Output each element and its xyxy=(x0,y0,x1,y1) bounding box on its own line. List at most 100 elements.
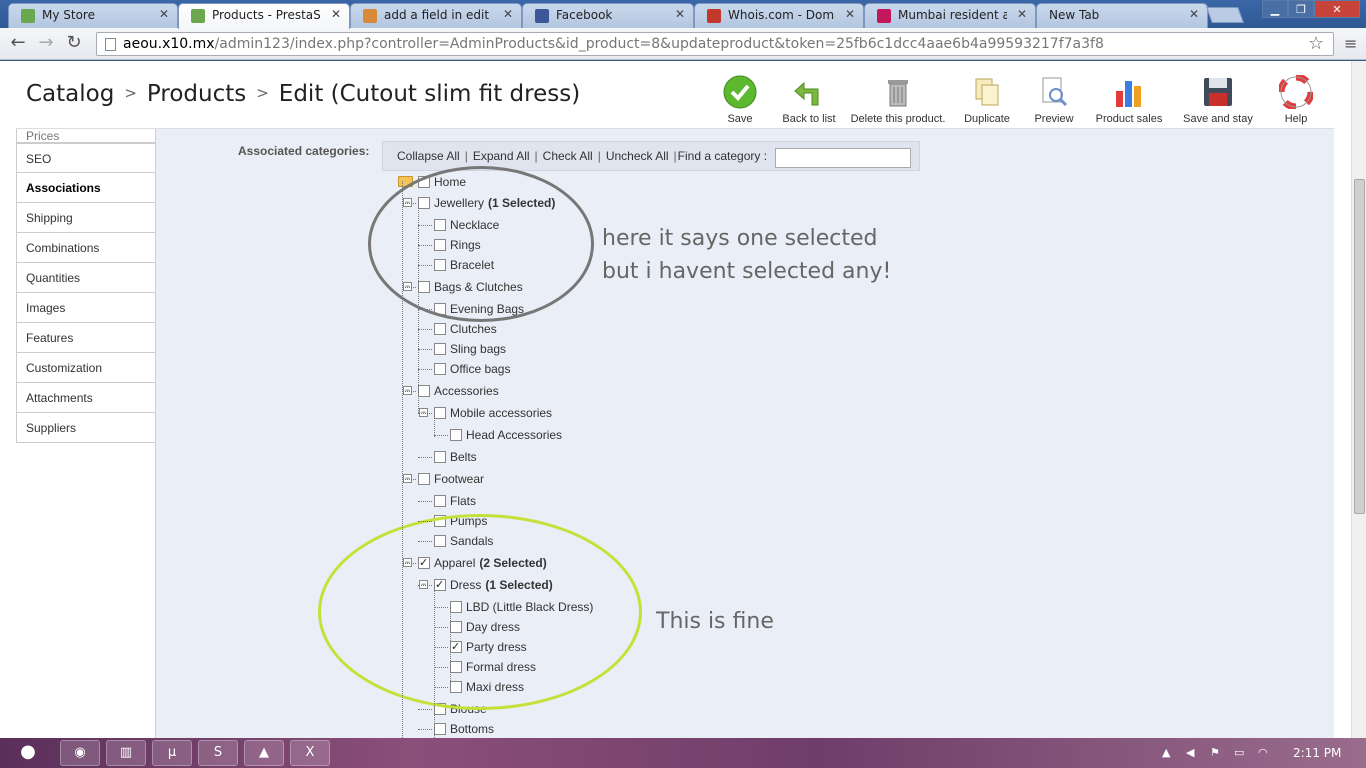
sidebar-item-customization[interactable]: Customization xyxy=(16,353,156,383)
bookmark-star-icon[interactable]: ☆ xyxy=(1308,33,1324,54)
library-taskbar-icon[interactable]: ▥ xyxy=(106,740,146,766)
product-sales-button[interactable]: Product sales xyxy=(1092,75,1166,125)
category-checkbox[interactable] xyxy=(418,385,430,397)
sidebar-item-prices[interactable]: Prices xyxy=(16,129,156,143)
minimize-window-button[interactable]: ▁ xyxy=(1262,0,1288,18)
close-tab-icon[interactable]: ✕ xyxy=(845,7,855,21)
category-checkbox[interactable] xyxy=(434,343,446,355)
category-checkbox[interactable] xyxy=(434,535,446,547)
category-label[interactable]: Maxi dress xyxy=(466,680,524,694)
category-label[interactable]: Home xyxy=(434,175,466,189)
sidebar-item-features[interactable]: Features xyxy=(16,323,156,353)
preview-button[interactable]: Preview xyxy=(1030,75,1078,125)
category-checkbox[interactable] xyxy=(434,451,446,463)
category-checkbox[interactable] xyxy=(434,515,446,527)
category-label[interactable]: LBD (Little Black Dress) xyxy=(466,600,593,614)
category-checkbox[interactable] xyxy=(450,601,462,613)
sidebar-item-suppliers[interactable]: Suppliers xyxy=(16,413,156,443)
category-checkbox[interactable] xyxy=(418,197,430,209)
browser-tab-facebook[interactable]: Facebook ✕ xyxy=(522,3,694,28)
category-checkbox[interactable] xyxy=(418,473,430,485)
chrome-menu-icon[interactable]: ≡ xyxy=(1344,34,1357,53)
browser-tab-new-tab[interactable]: New Tab ✕ xyxy=(1036,3,1208,28)
excel-taskbar-icon[interactable]: X xyxy=(290,740,330,766)
category-label[interactable]: Sling bags xyxy=(450,342,506,356)
category-label[interactable]: Clutches xyxy=(450,322,497,336)
category-checkbox[interactable] xyxy=(434,495,446,507)
close-window-button[interactable]: ✕ xyxy=(1314,0,1360,18)
sidebar-item-combinations[interactable]: Combinations xyxy=(16,233,156,263)
category-checkbox[interactable] xyxy=(434,259,446,271)
category-label[interactable]: Pumps xyxy=(450,514,487,528)
category-checkbox[interactable] xyxy=(450,661,462,673)
close-tab-icon[interactable]: ✕ xyxy=(1189,7,1199,21)
category-checkbox[interactable] xyxy=(450,621,462,633)
find-category-input[interactable] xyxy=(775,148,911,168)
category-checkbox[interactable] xyxy=(434,219,446,231)
tray-arrow-icon[interactable]: ▲ xyxy=(1162,746,1170,759)
category-label[interactable]: Necklace xyxy=(450,218,499,232)
category-label[interactable]: Bags & Clutches xyxy=(434,280,523,294)
flag-icon[interactable]: ⚑ xyxy=(1210,746,1220,759)
close-tab-icon[interactable]: ✕ xyxy=(159,7,169,21)
uncheck-all-link[interactable]: Uncheck All xyxy=(606,149,669,163)
category-checkbox[interactable] xyxy=(434,239,446,251)
category-label[interactable]: Formal dress xyxy=(466,660,536,674)
battery-icon[interactable]: ▭ xyxy=(1234,746,1244,759)
save-and-stay-button[interactable]: Save and stay xyxy=(1180,75,1256,125)
close-tab-icon[interactable]: ✕ xyxy=(675,7,685,21)
sidebar-item-images[interactable]: Images xyxy=(16,293,156,323)
category-checkbox[interactable] xyxy=(434,577,446,593)
sidebar-item-attachments[interactable]: Attachments xyxy=(16,383,156,413)
page-scrollbar[interactable] xyxy=(1351,61,1366,738)
expand-all-link[interactable]: Expand All xyxy=(473,149,530,163)
category-label[interactable]: Head Accessories xyxy=(466,428,562,442)
chrome-taskbar-icon[interactable]: ◉ xyxy=(60,740,100,766)
category-label[interactable]: Office bags xyxy=(450,362,510,376)
category-label[interactable]: Day dress xyxy=(466,620,520,634)
apple-start-icon[interactable]: ● xyxy=(8,740,48,766)
back-to-list-button[interactable]: Back to list xyxy=(780,75,838,125)
category-checkbox[interactable] xyxy=(418,555,430,571)
delete-product-button[interactable]: Delete this product. xyxy=(850,75,946,125)
volume-icon[interactable]: ◀ xyxy=(1186,746,1194,759)
sidebar-item-seo[interactable]: SEO xyxy=(16,143,156,173)
check-all-link[interactable]: Check All xyxy=(543,149,593,163)
category-checkbox[interactable] xyxy=(450,681,462,693)
sidebar-item-shipping[interactable]: Shipping xyxy=(16,203,156,233)
category-label[interactable]: Belts xyxy=(450,450,477,464)
category-label[interactable]: Party dress xyxy=(466,640,527,654)
category-label[interactable]: Jewellery xyxy=(434,196,484,210)
duplicate-button[interactable]: Duplicate xyxy=(960,75,1014,125)
wifi-icon[interactable]: ◠ xyxy=(1258,746,1268,759)
skype-taskbar-icon[interactable]: S xyxy=(198,740,238,766)
pdf-taskbar-icon[interactable]: ▲ xyxy=(244,740,284,766)
category-label[interactable]: Rings xyxy=(450,238,481,252)
address-bar[interactable]: aeou.x10.mx/admin123/index.php?controlle… xyxy=(96,32,1334,56)
scrollbar-thumb[interactable] xyxy=(1354,179,1365,514)
category-label[interactable]: Apparel xyxy=(434,556,475,570)
breadcrumb-products[interactable]: Products xyxy=(147,81,246,107)
category-checkbox[interactable] xyxy=(434,703,446,715)
category-label[interactable]: Flats xyxy=(450,494,476,508)
category-checkbox[interactable] xyxy=(434,323,446,335)
help-button[interactable]: Help xyxy=(1278,75,1314,125)
category-label[interactable]: Footwear xyxy=(434,472,484,486)
close-tab-icon[interactable]: ✕ xyxy=(1017,7,1027,21)
category-checkbox[interactable] xyxy=(434,363,446,375)
category-label[interactable]: Sandals xyxy=(450,534,493,548)
category-label[interactable]: Blouse xyxy=(450,702,487,716)
browser-tab-whois[interactable]: Whois.com - Domain ✕ xyxy=(694,3,864,28)
category-checkbox[interactable] xyxy=(418,176,430,188)
reload-icon[interactable]: ↻ xyxy=(62,32,86,54)
category-label[interactable]: Bottoms xyxy=(450,722,494,736)
close-tab-icon[interactable]: ✕ xyxy=(503,7,513,21)
category-checkbox[interactable] xyxy=(450,639,462,655)
category-checkbox[interactable] xyxy=(418,281,430,293)
maximize-window-button[interactable]: ❐ xyxy=(1288,0,1314,18)
category-label[interactable]: Dress xyxy=(450,578,481,592)
browser-tab-my-store[interactable]: My Store ✕ xyxy=(8,3,178,28)
close-tab-icon[interactable]: ✕ xyxy=(331,7,341,21)
category-label[interactable]: Evening Bags xyxy=(450,302,524,316)
category-label[interactable]: Accessories xyxy=(434,384,499,398)
